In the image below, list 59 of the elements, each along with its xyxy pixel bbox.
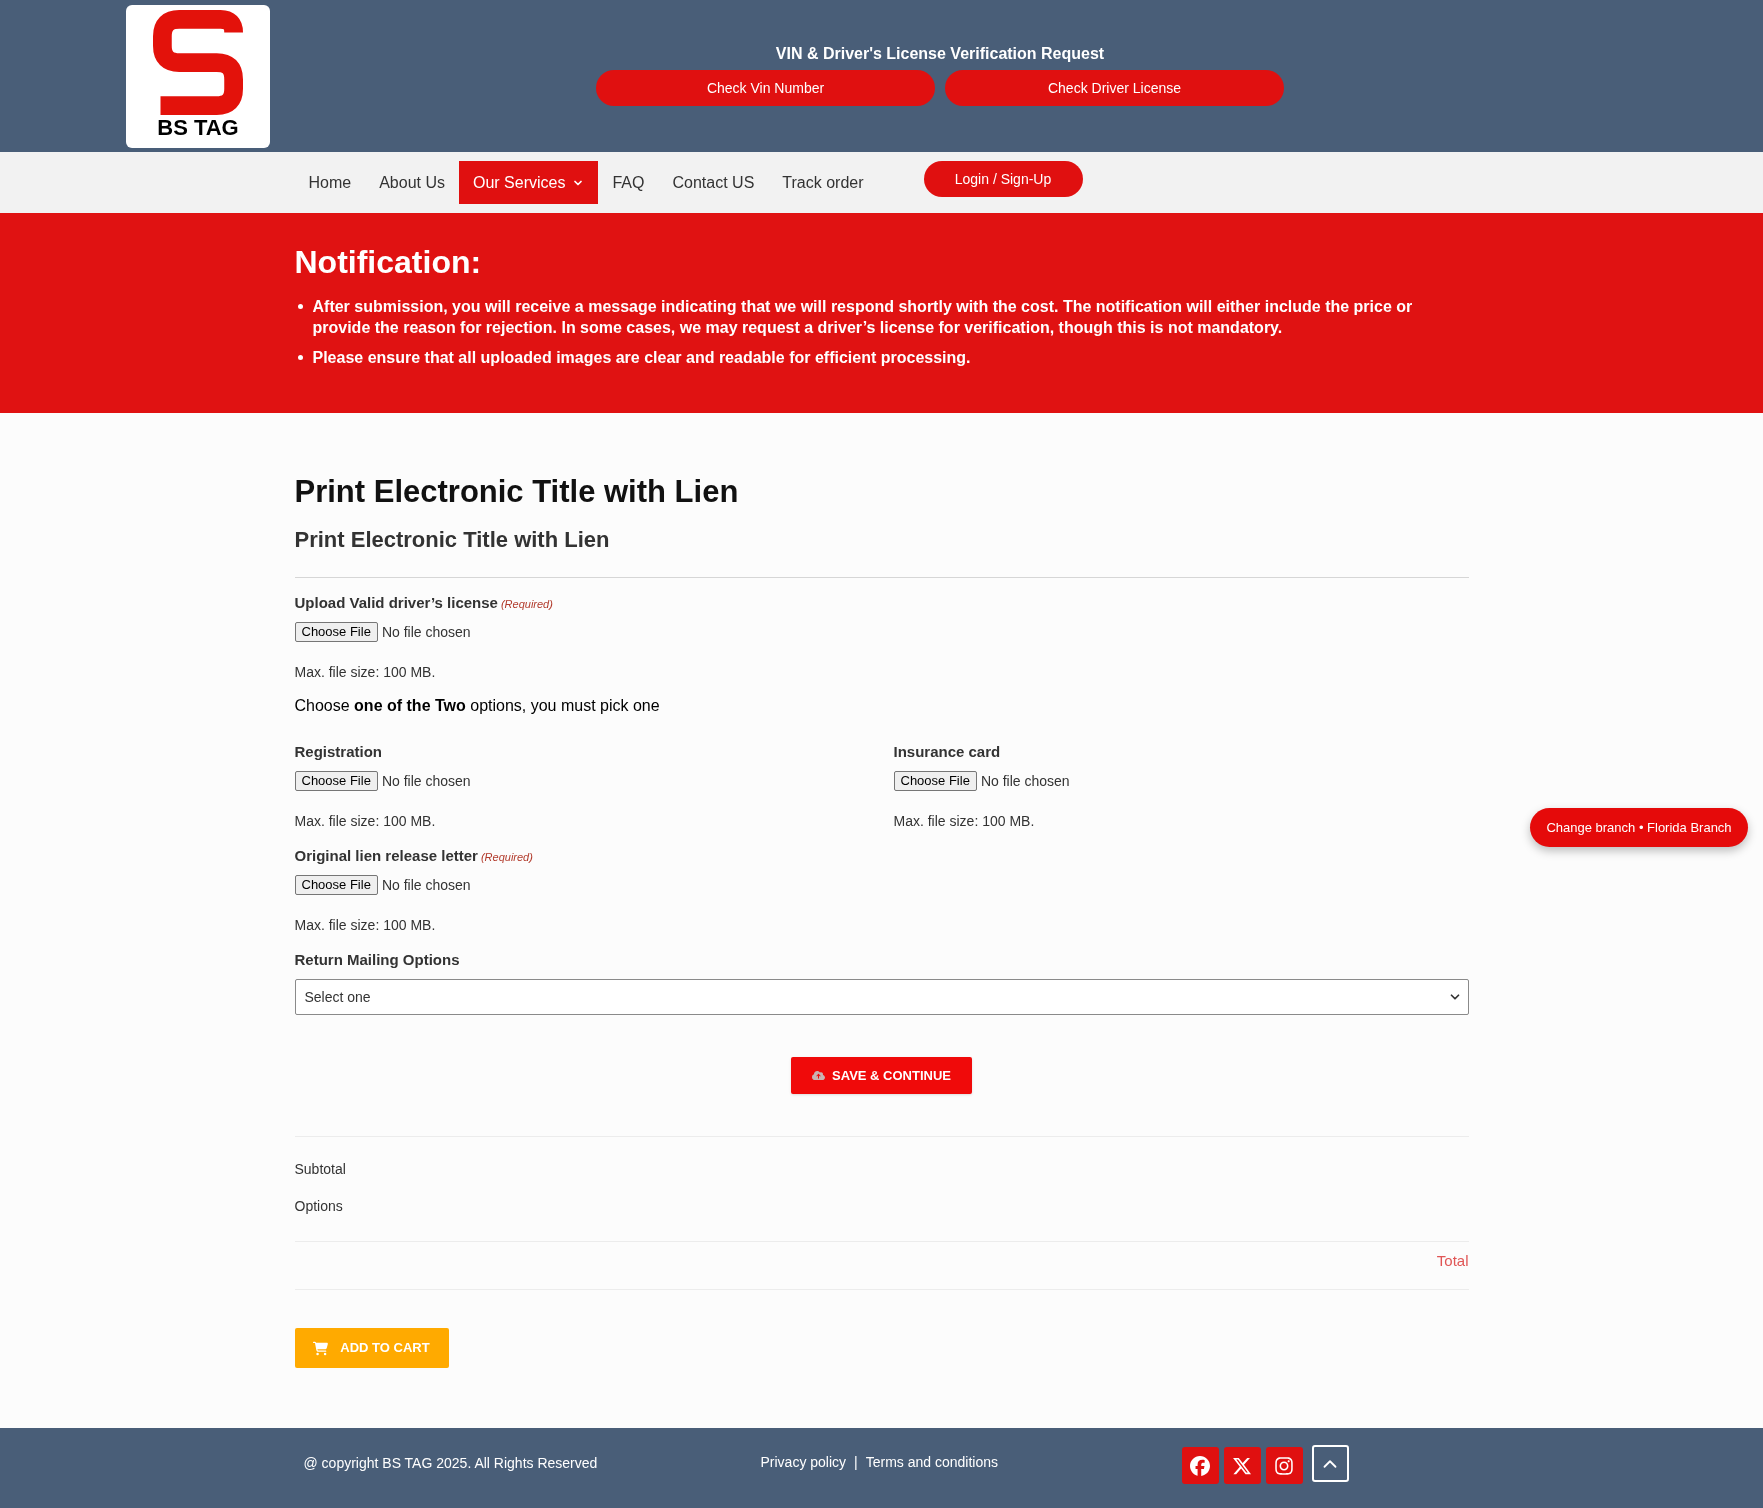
instagram-link[interactable] bbox=[1265, 1447, 1303, 1484]
page-subtitle: Print Electronic Title with Lien bbox=[294, 526, 610, 554]
choose-file-button[interactable]: Choose File bbox=[294, 875, 378, 895]
nav-link[interactable]: FAQ bbox=[598, 161, 659, 204]
header-button[interactable]: Check Vin Number bbox=[596, 70, 935, 106]
field-label: Original lien release letter bbox=[294, 846, 478, 866]
bullet-icon bbox=[297, 304, 303, 309]
file-size-hint: Max. file size: 100 MB. bbox=[294, 663, 436, 682]
nav-link[interactable]: Contact US bbox=[658, 161, 769, 204]
field-label: Registration bbox=[294, 742, 382, 762]
facebook-link[interactable] bbox=[1181, 1447, 1219, 1484]
header-title: VIN & Driver's License Verification Request bbox=[775, 44, 1105, 64]
nav-link[interactable]: Our Services bbox=[459, 161, 599, 204]
total-label: Total bbox=[1436, 1251, 1469, 1271]
scroll-top-button[interactable] bbox=[1311, 1445, 1349, 1482]
choose-file-button[interactable]: Choose File bbox=[893, 771, 977, 791]
notification-title: Notification: bbox=[294, 243, 482, 282]
bullet-icon bbox=[297, 355, 303, 360]
subtotal-label: Subtotal bbox=[294, 1160, 346, 1179]
cloud-upload-icon bbox=[812, 1069, 826, 1082]
field-label: Return Mailing Options bbox=[294, 950, 460, 970]
choose-file-button[interactable]: Choose File bbox=[294, 771, 378, 791]
required-note: (Required) bbox=[500, 597, 553, 612]
nav-link[interactable]: Home bbox=[294, 161, 366, 204]
choose-file-button[interactable]: Choose File bbox=[294, 622, 378, 642]
required-note: (Required) bbox=[480, 850, 533, 865]
file-size-hint: Max. file size: 100 MB. bbox=[893, 812, 1035, 831]
x-logo-icon bbox=[1232, 1455, 1252, 1476]
file-status-text: No file chosen bbox=[381, 772, 471, 791]
x-link[interactable] bbox=[1223, 1447, 1261, 1484]
file-size-hint: Max. file size: 100 MB. bbox=[294, 916, 436, 935]
header-button[interactable]: Check Driver License bbox=[945, 70, 1284, 106]
file-status-text: No file chosen bbox=[980, 772, 1070, 791]
file-status-text: No file chosen bbox=[381, 876, 471, 895]
options-label: Options bbox=[294, 1197, 343, 1216]
logo-text: BS TAG bbox=[157, 116, 239, 140]
instruction-text: Choose one of the Two options, you must pick one bbox=[294, 696, 660, 716]
logo-tile[interactable]: BS TAG bbox=[126, 5, 270, 148]
save-continue-button[interactable]: SAVE & CONTINUE bbox=[791, 1057, 972, 1094]
instagram-icon bbox=[1274, 1455, 1294, 1476]
field-label: Upload Valid driver’s license bbox=[294, 593, 498, 613]
file-status-text: No file chosen bbox=[381, 623, 471, 642]
mailing-options-select[interactable]: Select one bbox=[294, 979, 1469, 1015]
page-title: Print Electronic Title with Lien bbox=[294, 473, 739, 511]
copyright-text: @ copyright BS TAG 2025. All Rights Reserved bbox=[303, 1454, 598, 1471]
login-button[interactable]: Login / Sign-Up bbox=[923, 161, 1083, 197]
cart-icon bbox=[313, 1340, 329, 1356]
change-branch-button[interactable]: Change branch • Florida Branch bbox=[1530, 808, 1748, 847]
notification-text: Please ensure that all uploaded images are clear and readable for efficient processing. bbox=[312, 348, 971, 368]
field-label: Insurance card bbox=[893, 742, 1001, 762]
nav-link[interactable]: About Us bbox=[365, 161, 459, 204]
footer-link[interactable]: Terms and conditions bbox=[865, 1452, 999, 1473]
s-logo-icon bbox=[151, 10, 245, 115]
nav-link[interactable]: Track order bbox=[768, 161, 878, 204]
file-size-hint: Max. file size: 100 MB. bbox=[294, 812, 436, 831]
link-separator: | bbox=[854, 1453, 858, 1472]
facebook-icon bbox=[1190, 1455, 1210, 1476]
notification-text: After submission, you will receive a message indicating that we will respond shortly with the cost. The notification will either include the price or provide the reason for rejection. In some cases, we may request a driver’s license for verification, though this is not mandatory. bbox=[312, 297, 1414, 338]
footer-link[interactable]: Privacy policy bbox=[760, 1452, 847, 1473]
